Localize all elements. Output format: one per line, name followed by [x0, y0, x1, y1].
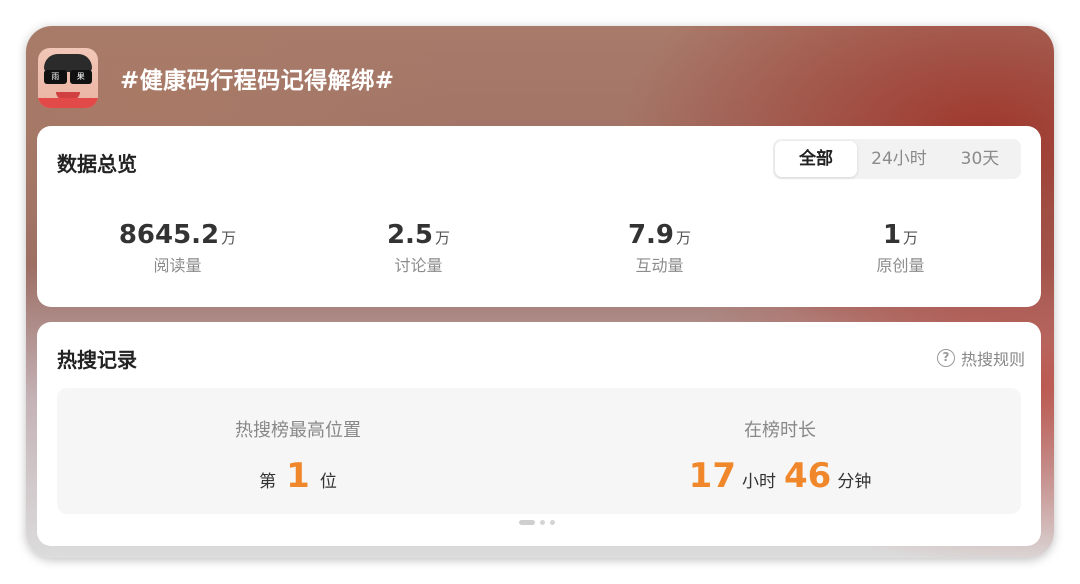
stat-originals-label: 原创量: [876, 256, 925, 275]
stat-discussions-value: 2.5: [386, 220, 434, 250]
stat-discussions: 2.5 万 讨论量: [298, 220, 539, 276]
avatar-sunglasses: 雨 果: [44, 70, 92, 84]
hot-search-title: 热搜记录: [57, 348, 137, 372]
duration-hours: 17: [688, 456, 736, 496]
stat-reads-label: 阅读量: [153, 256, 202, 275]
data-overview-panel: 数据总览 全部 24小时 30天 8645.2 万 阅读量 2.5 万 讨论量 7.…: [37, 126, 1041, 307]
overview-stats: 8645.2 万 阅读量 2.5 万 讨论量 7.9 万 互动量 1万 原创量: [57, 220, 1021, 276]
stat-reads-value: 8645.2: [118, 220, 220, 250]
best-rank-value: 1: [286, 456, 310, 496]
stat-interactions: 7.9 万 互动量: [539, 220, 780, 276]
stat-originals-unit: 万: [903, 229, 919, 247]
duration-minutes-unit: 分钟: [837, 472, 872, 492]
best-rank-suffix: 位: [319, 472, 337, 492]
stat-discussions-label: 讨论量: [394, 256, 443, 275]
best-rank-value-row: 第1位: [57, 456, 539, 496]
topic-avatar[interactable]: 雨 果: [38, 48, 98, 108]
duration-value-row: 17 小时 46 分钟: [539, 456, 1021, 496]
stat-reads: 8645.2 万 阅读量: [57, 220, 298, 276]
overview-title: 数据总览: [57, 152, 137, 176]
avatar-lens-left: 雨: [44, 70, 67, 84]
stat-reads-unit: 万: [221, 229, 237, 247]
page-dot[interactable]: [540, 520, 545, 525]
topic-title[interactable]: #健康码行程码记得解绑#: [120, 61, 395, 95]
hot-search-rules-label: 热搜规则: [960, 350, 1025, 369]
time-range-selector: 全部 24小时 30天: [773, 139, 1021, 179]
duration-caption: 在榜时长: [744, 420, 816, 441]
tab-24h[interactable]: 24小时: [857, 141, 941, 177]
question-circle-icon: ?: [936, 349, 955, 367]
stat-originals-value: 1: [882, 220, 902, 250]
duration-minutes: 46: [784, 456, 832, 496]
tab-all[interactable]: 全部: [775, 141, 857, 177]
hot-search-summary: 热搜榜最高位置 第1位 在榜时长 17 小时 46 分钟: [57, 388, 1021, 514]
duration-block: 在榜时长 17 小时 46 分钟: [539, 388, 1021, 514]
best-rank-caption: 热搜榜最高位置: [235, 420, 361, 441]
topic-card: 雨 果 #健康码行程码记得解绑# 数据总览 全部 24小时 30天 8645.2…: [26, 26, 1054, 558]
best-rank-block: 热搜榜最高位置 第1位: [57, 388, 539, 514]
hot-search-rules-link[interactable]: ? 热搜规则: [936, 346, 1025, 370]
hot-search-panel: 热搜记录 ? 热搜规则 热搜榜最高位置 第1位 在榜时长 17 小时 46 分钟: [37, 322, 1041, 546]
topic-header: 雨 果 #健康码行程码记得解绑#: [38, 48, 395, 108]
avatar-shirt: [38, 98, 98, 108]
stat-interactions-unit: 万: [676, 229, 692, 247]
stat-originals: 1万 原创量: [780, 220, 1021, 276]
duration-hours-unit: 小时: [742, 472, 776, 492]
page-dot-active[interactable]: [519, 520, 535, 525]
stat-interactions-label: 互动量: [635, 256, 684, 275]
stat-discussions-unit: 万: [435, 229, 451, 247]
best-rank-prefix: 第: [259, 472, 277, 492]
stat-interactions-value: 7.9: [627, 220, 675, 250]
page-dot[interactable]: [550, 520, 555, 525]
page-indicator: [519, 520, 555, 525]
tab-30d[interactable]: 30天: [941, 141, 1019, 177]
avatar-lens-right: 果: [69, 70, 92, 84]
